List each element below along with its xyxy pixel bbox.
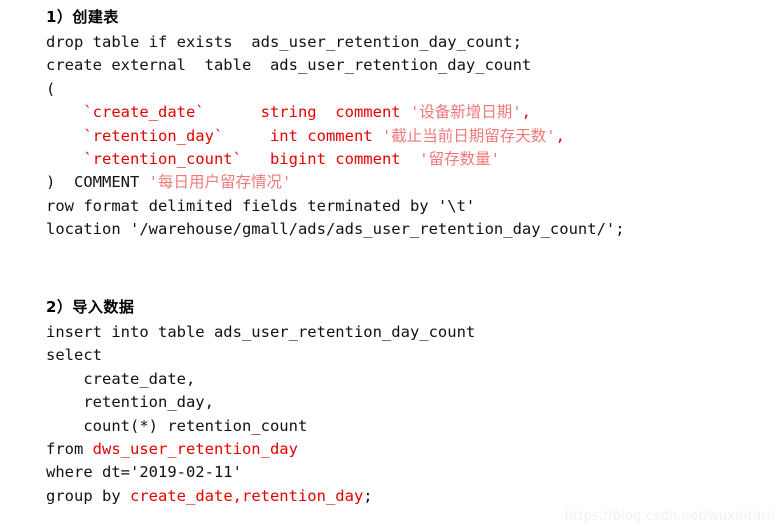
- code-screenshot-page: 1）创建表 drop table if exists ads_user_rete…: [0, 0, 779, 530]
- code-segment-black: create_date,: [46, 369, 196, 388]
- code-segment-red: `create_date`: [46, 103, 205, 122]
- code-segment-red: ,: [555, 126, 565, 145]
- code-line: `retention_count` bigint comment '留存数量': [46, 148, 779, 171]
- code-segment-black: from: [46, 439, 93, 458]
- code-line: count(*) retention_count: [46, 415, 779, 438]
- code-line: where dt='2019-02-11': [46, 461, 779, 484]
- code-line: drop table if exists ads_user_retention_…: [46, 31, 779, 54]
- code-segment-black: group by: [46, 486, 130, 505]
- section-heading-create-table: 1）创建表: [46, 8, 119, 26]
- code-segment-red: dws_user_retention_day: [92, 439, 298, 458]
- code-segment-black: row format delimited fields terminated b…: [46, 196, 476, 215]
- code-line: retention_day,: [46, 391, 779, 414]
- code-segment-red: `retention_count`: [46, 149, 242, 168]
- code-line: ) COMMENT '每日用户留存情况': [46, 171, 779, 194]
- code-segment-red: create_date,retention_day: [130, 486, 364, 505]
- code-line: create external table ads_user_retention…: [46, 54, 779, 77]
- csdn-watermark: https://blog.csdn.net/wuxintdrh: [564, 509, 775, 524]
- section-create-table: 1）创建表 drop table if exists ads_user_rete…: [0, 6, 779, 242]
- code-segment-black: create external table ads_user_retention…: [46, 56, 532, 75]
- section-insert-data: 2）导入数据 insert into table ads_user_retent…: [0, 296, 779, 508]
- section-heading-insert-data: 2）导入数据: [46, 298, 135, 316]
- code-segment-black: where dt='2019-02-11': [46, 463, 242, 482]
- code-line: location '/warehouse/gmall/ads/ads_user_…: [46, 218, 779, 241]
- code-line: insert into table ads_user_retention_day…: [46, 321, 779, 344]
- code-block-create-table: drop table if exists ads_user_retention_…: [46, 31, 779, 242]
- code-segment-black: insert into table ads_user_retention_day…: [46, 323, 476, 341]
- code-segment-black: ;: [363, 486, 373, 505]
- code-segment-black: retention_day,: [46, 393, 214, 412]
- code-segment-red: string comment: [204, 103, 410, 122]
- code-segment-red: int comment: [223, 126, 382, 145]
- code-block-insert-data: insert into table ads_user_retention_day…: [46, 321, 779, 508]
- code-line: create_date,: [46, 368, 779, 391]
- code-segment-black: count(*) retention_count: [46, 416, 308, 435]
- code-segment-pink: '截止当前日期留存天数': [381, 126, 556, 145]
- code-line: from dws_user_retention_day: [46, 438, 779, 461]
- code-line: (: [46, 78, 779, 101]
- code-line: `create_date` string comment '设备新增日期',: [46, 101, 779, 124]
- code-segment-black: select: [46, 346, 102, 365]
- code-line: group by create_date,retention_day;: [46, 485, 779, 508]
- code-segment-pink: '每日用户留存情况': [148, 173, 292, 192]
- code-segment-red: bigint comment: [241, 149, 420, 168]
- code-line: `retention_day` int comment '截止当前日期留存天数'…: [46, 125, 779, 148]
- code-segment-black: drop table if exists ads_user_retention_…: [46, 33, 522, 51]
- code-line: row format delimited fields terminated b…: [46, 195, 779, 218]
- code-line: select: [46, 344, 779, 367]
- code-segment-pink: '留存数量': [419, 149, 500, 168]
- code-segment-black: ) COMMENT: [46, 173, 149, 192]
- code-segment-pink: '设备新增日期': [409, 103, 522, 122]
- code-segment-black: (: [46, 79, 56, 98]
- code-segment-black: location '/warehouse/gmall/ads/ads_user_…: [46, 220, 625, 239]
- code-segment-red: `retention_day`: [46, 126, 224, 145]
- code-segment-red: ,: [521, 103, 531, 122]
